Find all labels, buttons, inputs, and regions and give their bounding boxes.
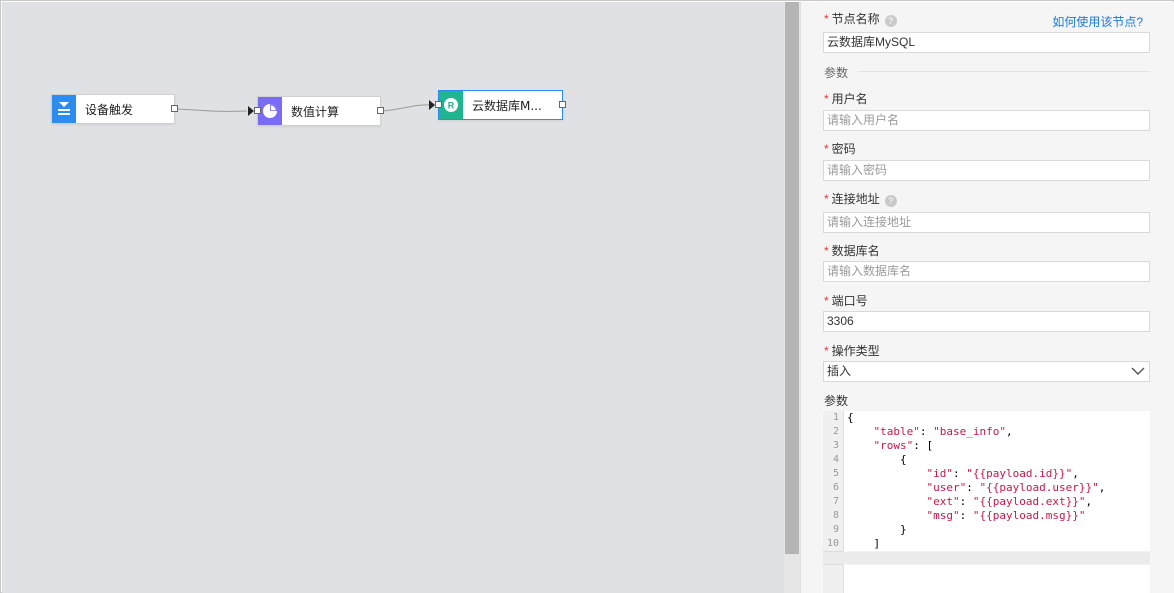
params-section-title: 参数	[824, 66, 849, 80]
label-text: 操作类型	[831, 344, 880, 358]
label-text: 密码	[831, 142, 856, 156]
username-label: * 用户名	[824, 90, 868, 107]
code-line: {	[847, 411, 854, 424]
operation-select[interactable]: 插入	[823, 361, 1150, 382]
node-name-input[interactable]: 云数据库MySQL	[823, 32, 1150, 53]
editor-horizontal-scrollbar[interactable]	[823, 552, 1150, 564]
node-label: 数值计算	[291, 104, 340, 119]
edge-compute-to-db	[382, 104, 435, 112]
required-marker: *	[824, 12, 829, 26]
line-number: 4	[832, 454, 839, 465]
node-label: 云数据库M...	[472, 98, 542, 113]
code-line: "id": "{{payload.id}}",	[926, 467, 1079, 480]
address-label: * 连接地址?	[824, 190, 897, 207]
line-number: 10	[826, 538, 839, 549]
line-number-gutter: 1 2 3 4 5 6 7 8 9 10 11	[823, 411, 844, 593]
how-to-use-link[interactable]: 如何使用该节点?	[1052, 13, 1143, 30]
line-number: 2	[832, 426, 839, 437]
code-line: }	[847, 523, 907, 536]
node-properties-panel: * 节点名称? 如何使用该节点? 云数据库MySQL 参数 * 用户名 请输入用户名…	[800, 2, 1174, 593]
line-number: 7	[832, 496, 839, 507]
output-port[interactable]	[377, 107, 384, 114]
operation-label: * 操作类型	[824, 342, 880, 359]
line-number: 6	[832, 482, 839, 493]
required-marker: *	[824, 344, 829, 358]
port-label: * 端口号	[824, 292, 868, 309]
port-input[interactable]: 3306	[823, 311, 1150, 332]
code-line: "table": "base_info",	[873, 425, 1013, 438]
node-label: 设备触发	[85, 102, 134, 117]
code-lines: { "table": "base_info", "rows": [ { "id"…	[847, 411, 1150, 565]
input-port[interactable]	[254, 107, 261, 114]
json-code-editor[interactable]: 1 2 3 4 5 6 7 8 9 10 11 { "table": "base…	[823, 411, 1150, 593]
flow-canvas[interactable]: 设备触发 数值计算 R 云数据库M...	[2, 2, 784, 593]
password-label: * 密码	[824, 140, 856, 157]
code-line: ]	[847, 537, 881, 550]
scrollbar-thumb[interactable]	[785, 2, 799, 554]
code-line: "user": "{{payload.user}}",	[926, 481, 1106, 494]
edge-trigger-to-compute	[177, 108, 248, 112]
label-text: 连接地址	[831, 192, 880, 206]
username-input[interactable]: 请输入用户名	[823, 110, 1150, 131]
line-number: 9	[832, 524, 839, 535]
required-marker: *	[824, 142, 829, 156]
output-port[interactable]	[171, 105, 178, 112]
label-text: 用户名	[831, 92, 868, 106]
label-text: 节点名称	[831, 12, 880, 26]
device-trigger-icon	[52, 95, 76, 123]
svg-text:R: R	[448, 101, 455, 111]
password-input[interactable]: 请输入密码	[823, 160, 1150, 181]
code-line: "msg": "{{payload.msg}}"	[926, 509, 1086, 522]
line-number: 8	[832, 510, 839, 521]
chevron-down-icon	[1131, 367, 1145, 375]
label-text: 端口号	[831, 294, 868, 308]
database-r-icon: R	[439, 91, 463, 119]
help-icon[interactable]: ?	[884, 195, 897, 207]
dbname-label: * 数据库名	[824, 242, 880, 259]
address-input[interactable]: 请输入连接地址	[823, 212, 1150, 233]
canvas-scrollbar[interactable]	[784, 2, 800, 593]
operation-value: 插入	[827, 364, 852, 378]
required-marker: *	[824, 92, 829, 106]
code-line: "rows": [	[873, 439, 934, 452]
required-marker: *	[824, 244, 829, 258]
line-number: 3	[832, 440, 839, 451]
line-number: 1	[832, 412, 839, 423]
dbname-input[interactable]: 请输入数据库名	[823, 261, 1150, 282]
code-line: {	[847, 453, 907, 466]
pie-chart-icon	[258, 97, 282, 125]
line-number: 5	[832, 468, 839, 479]
flow-node-value-compute[interactable]: 数值计算	[248, 96, 384, 126]
flow-node-cloud-mysql[interactable]: R 云数据库M...	[429, 90, 566, 120]
output-port[interactable]	[559, 101, 566, 108]
params-code-label: 参数	[824, 394, 849, 408]
label-text: 数据库名	[831, 244, 880, 258]
required-marker: *	[824, 294, 829, 308]
flow-edges	[177, 104, 435, 112]
flow-node-device-trigger[interactable]: 设备触发	[51, 94, 178, 124]
section-divider	[858, 71, 1150, 72]
input-port[interactable]	[435, 101, 442, 108]
code-line: "ext": "{{payload.ext}}",	[926, 495, 1093, 508]
node-name-label: * 节点名称?	[824, 10, 897, 27]
help-icon[interactable]: ?	[884, 15, 897, 27]
required-marker: *	[824, 192, 829, 206]
app-frame: 设备触发 数值计算 R 云数据库M... * 节点名称 ? 如何使用该节点? 云…	[0, 0, 1174, 593]
